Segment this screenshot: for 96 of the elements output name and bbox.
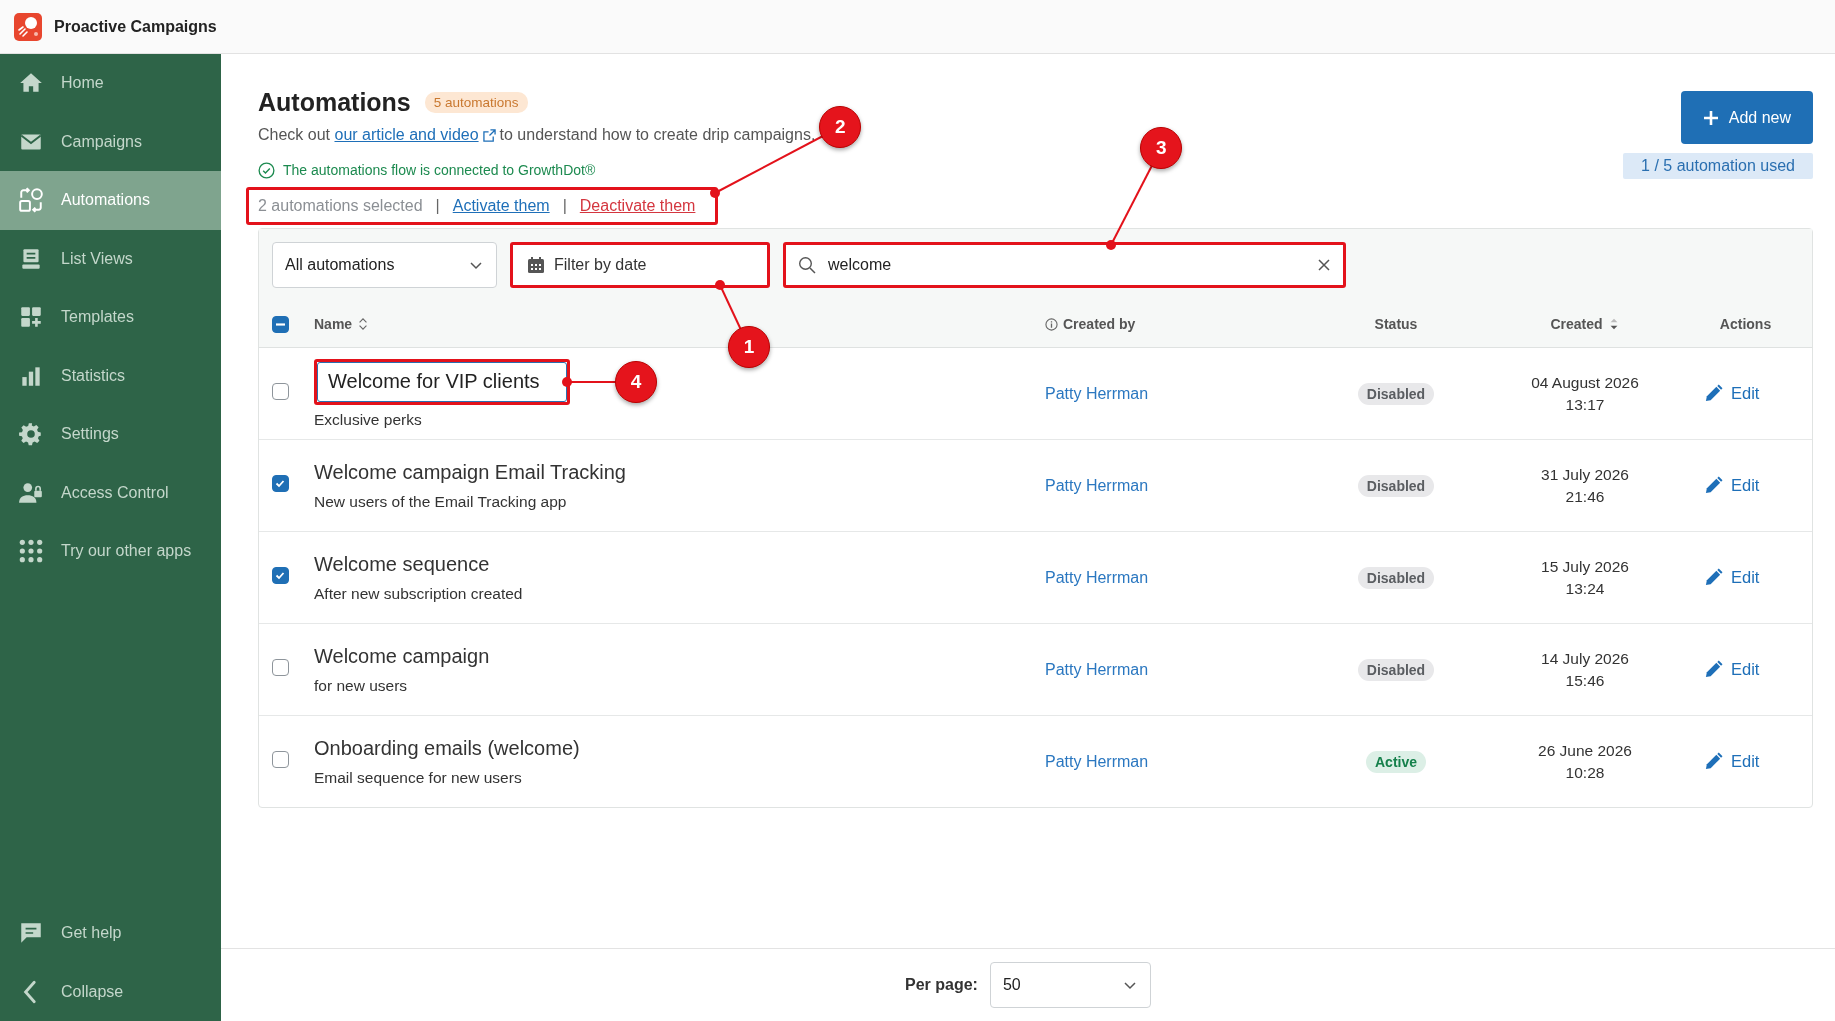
creator-link[interactable]: Patty Herrman <box>1045 568 1149 586</box>
page-title: Automations <box>258 87 411 117</box>
created-time: 13:24 <box>1564 578 1606 599</box>
created-date: 31 July 2026 <box>1540 464 1630 485</box>
intro-text: Check out our article and video to understand how to create drip campaigns. <box>258 125 816 145</box>
callout-number: 4 <box>615 360 657 403</box>
edit-button[interactable]: Edit <box>1704 476 1760 495</box>
edit-button[interactable]: Edit <box>1704 568 1760 587</box>
creator-link[interactable]: Patty Herrman <box>1045 384 1149 402</box>
date-filter[interactable]: Filter by date <box>513 245 767 285</box>
created-date: 15 July 2026 <box>1540 556 1630 577</box>
sidebar-item[interactable]: Campaigns <box>0 112 221 171</box>
sidebar-item[interactable]: List Views <box>0 229 221 288</box>
pencil-icon <box>1704 660 1723 679</box>
created-date: 26 June 2026 <box>1537 740 1633 761</box>
status-badge: Disabled <box>1357 658 1435 681</box>
article-link[interactable]: our article and video <box>334 126 479 143</box>
sidebar-item[interactable]: Home <box>0 54 221 113</box>
close-icon <box>1317 258 1331 272</box>
search-input[interactable]: welcome <box>826 255 1307 275</box>
creator-link[interactable]: Patty Herrman <box>1045 660 1149 678</box>
sidebar-item[interactable]: Automations <box>0 171 221 230</box>
created-time: 13:17 <box>1564 394 1606 415</box>
status-badge: Disabled <box>1357 474 1435 497</box>
automation-name: Onboarding emails (welcome) <box>314 736 580 760</box>
sidebar-item[interactable]: Statistics <box>0 346 221 405</box>
search-icon <box>798 256 816 274</box>
separator-text: | <box>562 197 567 215</box>
connection-status: The automations flow is connected to GrowthDot® <box>283 162 596 178</box>
settings-icon <box>18 421 44 448</box>
callout-number: 1 <box>728 326 770 368</box>
creator-link[interactable]: Patty Herrman <box>1045 752 1149 770</box>
count-badge: 5 automations <box>424 91 528 113</box>
sidebar-item[interactable]: Collapse <box>0 962 221 1021</box>
edit-button[interactable]: Edit <box>1704 384 1760 403</box>
edit-button[interactable]: Edit <box>1704 660 1760 679</box>
callout-number: 2 <box>819 106 862 148</box>
sidebar-item[interactable]: Access Control <box>0 463 221 522</box>
plus-icon <box>1702 109 1719 126</box>
name-input[interactable]: Welcome for VIP clients <box>317 361 567 402</box>
column-header[interactable]: Created <box>1550 316 1603 332</box>
created-time: 15:46 <box>1564 670 1606 691</box>
pencil-icon <box>1704 476 1723 495</box>
status-badge: Active <box>1366 750 1426 773</box>
automation-description: After new subscription created <box>314 584 523 603</box>
status-badge: Disabled <box>1357 382 1435 405</box>
automation-name: Welcome sequence <box>314 552 490 576</box>
automation-name: Welcome campaign <box>314 644 490 668</box>
separator-text: | <box>435 197 440 215</box>
column-header: Created by <box>1063 316 1136 332</box>
automation-description: for new users <box>314 676 408 695</box>
row-checkbox[interactable] <box>272 383 289 400</box>
automation-name: Welcome campaign Email Tracking <box>314 460 626 484</box>
pencil-icon <box>1704 752 1723 771</box>
app-title: Proactive Campaigns <box>54 17 217 36</box>
calendar-icon <box>527 256 545 274</box>
scope-dropdown[interactable]: All automations <box>272 242 497 288</box>
automation-description: Exclusive perks <box>314 410 422 429</box>
creator-link[interactable]: Patty Herrman <box>1045 476 1149 494</box>
per-page-label: Per page: <box>905 976 978 994</box>
column-header: Actions <box>1719 316 1772 332</box>
status-badge: Disabled <box>1357 566 1435 589</box>
sort-icon[interactable] <box>357 316 370 332</box>
selection-count: 2 automations selected <box>258 197 423 215</box>
search-field[interactable]: welcome <box>786 245 1343 285</box>
add-new-button[interactable]: Add new <box>1680 91 1813 144</box>
column-header: Status <box>1374 316 1418 332</box>
external-link-icon[interactable] <box>482 129 496 142</box>
row-checkbox[interactable] <box>272 751 289 768</box>
select-all-checkbox[interactable] <box>272 315 289 333</box>
pencil-icon <box>1704 384 1723 403</box>
row-checkbox[interactable] <box>272 659 289 676</box>
created-time: 10:28 <box>1564 762 1606 783</box>
created-time: 21:46 <box>1564 486 1606 507</box>
row-checkbox[interactable] <box>272 567 289 584</box>
activate-link[interactable]: Activate them <box>452 197 550 215</box>
edit-button[interactable]: Edit <box>1704 752 1760 771</box>
automation-icon <box>18 187 44 214</box>
column-header[interactable]: Name <box>314 316 353 332</box>
created-date: 04 August 2026 <box>1530 372 1640 393</box>
sidebar-item[interactable]: Templates <box>0 288 221 347</box>
logo-icon <box>14 12 42 41</box>
sidebar-item[interactable]: Try our other apps <box>0 522 221 581</box>
apps-grid-icon <box>18 538 44 565</box>
pencil-icon <box>1704 568 1723 587</box>
callout-number: 3 <box>1140 127 1183 169</box>
sidebar-item[interactable]: Settings <box>0 405 221 464</box>
sidebar-item[interactable]: Get help <box>0 904 221 963</box>
row-checkbox[interactable] <box>272 475 289 492</box>
deactivate-link[interactable]: Deactivate them <box>579 197 696 215</box>
clear-search-button[interactable] <box>1317 258 1331 272</box>
usage-indicator: 1 / 5 automation used <box>1623 153 1813 179</box>
automation-description: New users of the Email Tracking app <box>314 492 567 511</box>
per-page-dropdown[interactable]: 50 <box>989 962 1151 1008</box>
automation-description: Email sequence for new users <box>314 768 522 787</box>
created-date: 14 July 2026 <box>1540 648 1630 669</box>
